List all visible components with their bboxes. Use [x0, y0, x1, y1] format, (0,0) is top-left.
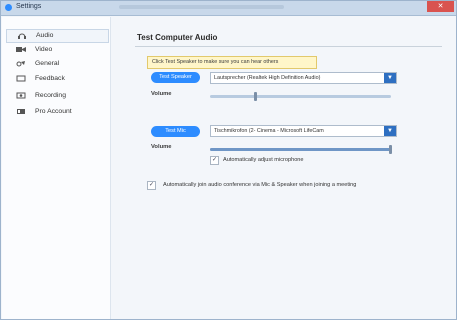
sidebar-item-feedback[interactable]: Feedback [6, 73, 107, 85]
microphone-volume-fill [210, 148, 391, 151]
chat-icon [16, 75, 26, 82]
speaker-device-select[interactable]: Lautsprecher (Realtek High Definition Au… [210, 72, 397, 84]
auto-adjust-mic-checkbox[interactable]: ✓ [210, 156, 219, 165]
chevron-down-icon[interactable]: ▼ [384, 73, 396, 83]
sidebar-item-recording[interactable]: Recording [6, 90, 107, 102]
video-camera-icon [16, 47, 26, 52]
sidebar-item-audio[interactable]: Audio [6, 29, 109, 43]
microphone-device-select[interactable]: Tischmikrofon (2- Cinema - Microsoft Lif… [210, 125, 397, 137]
test-mic-button[interactable]: Test Mic [151, 126, 200, 137]
zoom-app-icon [5, 4, 12, 11]
headphones-icon [18, 33, 26, 39]
sidebar-item-label: General [35, 60, 60, 67]
account-icon [17, 109, 25, 114]
mic-volume-label: Volume [151, 144, 172, 150]
title-bar: Settings ✕ [1, 1, 456, 16]
sidebar-item-video[interactable]: Video [6, 44, 107, 56]
speaker-volume-thumb[interactable] [254, 92, 258, 101]
speaker-volume-slider[interactable] [210, 92, 391, 101]
settings-sidebar: Audio Video General Feedback Recording P… [2, 17, 111, 319]
microphone-device-value: Tischmikrofon (2- Cinema - Microsoft Lif… [214, 128, 324, 134]
sidebar-item-general[interactable]: General [6, 58, 107, 70]
sidebar-item-label: Recording [35, 92, 66, 99]
auto-join-audio-checkbox[interactable]: ✓ [147, 181, 156, 190]
settings-window: Settings ✕ Audio Video General Feedback … [0, 0, 457, 320]
auto-adjust-mic-label: Automatically adjust microphone [223, 157, 304, 163]
settings-icon [16, 61, 25, 67]
record-icon [16, 92, 26, 99]
auto-join-audio-label: Automatically join audio conference via … [163, 182, 357, 188]
microphone-volume-thumb[interactable] [389, 145, 392, 154]
sidebar-item-label: Video [35, 46, 53, 53]
close-button[interactable]: ✕ [427, 1, 454, 12]
speaker-device-value: Lautsprecher (Realtek High Definition Au… [214, 75, 321, 81]
speaker-test-hint: Click Test Speaker to make sure you can … [147, 56, 317, 69]
background-window-tabs [119, 5, 284, 9]
test-speaker-button[interactable]: Test Speaker [151, 72, 200, 83]
sidebar-item-label: Audio [36, 32, 54, 39]
sidebar-item-label: Pro Account [35, 108, 72, 115]
section-heading: Test Computer Audio [137, 33, 218, 42]
audio-settings-panel: Test Computer Audio Click Test Speaker t… [119, 17, 456, 319]
speaker-volume-label: Volume [151, 91, 172, 97]
chevron-down-icon[interactable]: ▼ [384, 126, 396, 136]
window-title: Settings [16, 3, 42, 10]
heading-divider [135, 46, 442, 47]
sidebar-item-pro-account[interactable]: Pro Account [6, 106, 107, 118]
microphone-volume-slider[interactable] [210, 145, 392, 154]
sidebar-item-label: Feedback [35, 75, 65, 82]
